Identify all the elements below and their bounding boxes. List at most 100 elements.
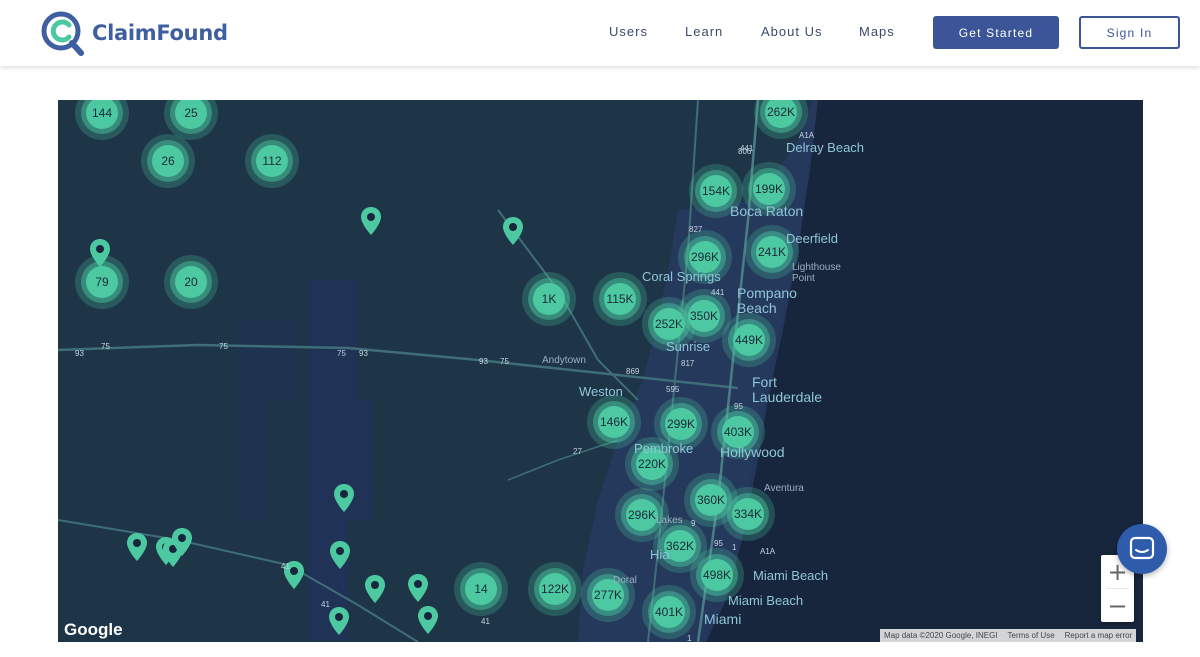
place-label: Doral (613, 575, 637, 586)
cluster-count: 79 (86, 266, 118, 298)
cluster-count: 262K (765, 100, 797, 128)
place-label: Sunrise (666, 339, 711, 354)
map-pin-icon[interactable] (364, 574, 386, 604)
map-cluster[interactable]: 122K (528, 562, 582, 616)
brand-name: ClaimFound (92, 21, 228, 45)
map-pin-icon[interactable] (89, 238, 111, 268)
place-label: Miami (704, 611, 742, 627)
chat-launcher-button[interactable] (1117, 524, 1167, 574)
map-pin-icon[interactable] (329, 540, 351, 570)
highway-shield: 75 (337, 349, 346, 358)
place-label: Lighthouse Point (792, 262, 841, 284)
place-label: Hollywood (720, 444, 785, 460)
map-cluster[interactable]: 334K (721, 487, 775, 541)
map-pin-icon[interactable] (502, 216, 524, 246)
claims-map[interactable]: 144 25 26 112 79 20 1K 115K 262K 154K 199K 296K 241K… (58, 100, 1143, 642)
cluster-ring: 350K (683, 295, 725, 337)
cluster-count: 498K (701, 559, 733, 591)
map-cluster[interactable]: 20 (164, 255, 218, 309)
cluster-count: 1K (533, 283, 565, 315)
map-cluster[interactable]: 146K (587, 395, 641, 449)
sign-in-button[interactable]: Sign In (1079, 16, 1180, 49)
place-label: Aventura (764, 483, 804, 494)
cluster-count: 26 (152, 145, 184, 177)
cluster-count: 299K (665, 408, 697, 440)
map-pin-icon[interactable] (328, 606, 350, 636)
place-label: Coral Springs (642, 269, 721, 284)
nav-users[interactable]: Users (609, 24, 648, 39)
map-pin-icon[interactable] (407, 573, 429, 603)
highway-shield: 95 (714, 539, 723, 548)
terms-of-use-link[interactable]: Terms of Use (1008, 631, 1055, 640)
highway-shield: 827 (689, 225, 703, 234)
cluster-count: 241K (756, 236, 788, 268)
chat-bubble-icon (1129, 536, 1155, 560)
highway-shield: 1 (732, 543, 737, 552)
highway-shield: 41 (281, 562, 290, 571)
highway-shield: 27 (573, 447, 582, 456)
highway-shield: 1 (687, 634, 692, 642)
cluster-ring: 144 (81, 100, 123, 134)
map-cluster[interactable]: 115K (593, 272, 647, 326)
cluster-count: 350K (688, 300, 720, 332)
map-cluster[interactable]: 1K (522, 272, 576, 326)
place-label: Miami Beach (728, 593, 804, 608)
highway-shield: 9 (691, 519, 696, 528)
cluster-count: 449K (733, 324, 765, 356)
place-label: Deerfield (786, 231, 839, 246)
highway-shield: A1A (799, 131, 815, 140)
place-label: Pembroke (634, 441, 694, 456)
cluster-count: 115K (604, 283, 636, 315)
map-pin-icon[interactable] (126, 532, 148, 562)
map-pin-icon[interactable] (171, 527, 193, 557)
highway-shield: 441 (711, 288, 725, 297)
highway-shield: 93 (359, 349, 368, 358)
get-started-button[interactable]: Get Started (933, 16, 1059, 49)
cluster-count: 401K (653, 596, 685, 628)
highway-shield: 75 (101, 342, 110, 351)
cluster-ring: 112 (251, 140, 293, 182)
place-label: Weston (579, 384, 623, 399)
place-label: Fort Lauderdale (752, 374, 823, 405)
map-pin-icon[interactable] (360, 206, 382, 236)
report-map-error-link[interactable]: Report a map error (1065, 631, 1133, 640)
map-cluster[interactable]: 14 (454, 562, 508, 616)
cluster-count: 112 (256, 145, 288, 177)
magnifier-c-logo-icon (41, 11, 84, 56)
place-label: Pompano Beach (737, 285, 797, 316)
highway-shield: A1A (760, 547, 776, 556)
cluster-ring: 401K (648, 591, 690, 633)
cluster-count: 122K (539, 573, 571, 605)
cluster-ring: 122K (534, 568, 576, 610)
cluster-count: 14 (465, 573, 497, 605)
map-cluster[interactable]: 401K (642, 585, 696, 639)
highway-shield: 869 (626, 367, 640, 376)
cluster-ring: 1K (528, 278, 570, 320)
nav-learn[interactable]: Learn (685, 24, 723, 39)
map-cluster[interactable]: 112 (245, 134, 299, 188)
map-data-credit: Map data ©2020 Google, INEGI (884, 631, 998, 640)
brand-logo[interactable]: ClaimFound (40, 9, 228, 57)
highway-shield: 806 (738, 147, 752, 156)
zoom-out-button[interactable]: − (1101, 589, 1134, 622)
cluster-count: 25 (175, 100, 207, 129)
cluster-ring: 449K (728, 319, 770, 361)
map-cluster[interactable]: 26 (141, 134, 195, 188)
cluster-ring: 14 (460, 568, 502, 610)
cluster-ring: 498K (696, 554, 738, 596)
nav-about-us[interactable]: About Us (761, 24, 822, 39)
place-label: Boca Raton (730, 203, 804, 219)
map-cluster[interactable]: 449K (722, 313, 776, 367)
map-pin-icon[interactable] (417, 605, 439, 635)
cluster-ring: 115K (599, 278, 641, 320)
map-pin-icon[interactable] (333, 483, 355, 513)
highway-shield: 41 (321, 600, 330, 609)
highway-shield: 75 (500, 357, 509, 366)
site-header: ClaimFound Users Learn About Us Maps Get… (0, 0, 1200, 66)
google-logo[interactable]: Google (64, 620, 123, 640)
nav-maps[interactable]: Maps (859, 24, 895, 39)
cluster-ring: 334K (727, 493, 769, 535)
cluster-count: 199K (753, 173, 785, 205)
cluster-count: 334K (732, 498, 764, 530)
highway-shield: 93 (75, 349, 84, 358)
